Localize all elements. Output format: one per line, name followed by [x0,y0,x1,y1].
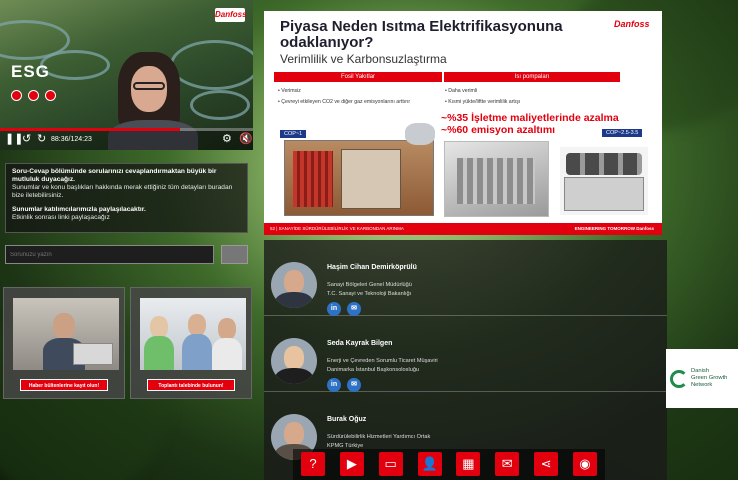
cop-right-badge: COP~2.5-3.5 [602,129,643,137]
speaker-org: T.C. Sanayi ve Teknoloji Bakanlığı [327,291,412,297]
dot-icon [11,90,22,101]
slide-subtitle: Verimlilik ve Karbonsuzlaştırma [280,52,447,66]
info-line: Etkinlik sonrası linki paylaşacağız [12,214,110,221]
question-icon[interactable]: ? [301,452,325,476]
dggn-logo: Danish Green Growth Network [666,349,738,408]
heat-pump-header: Isı pompaları [444,72,620,82]
esg-icons [11,90,56,101]
avatar [271,338,317,384]
speaker-name: Seda Kayrak Bilgen [327,340,393,347]
emission-highlight: ~%60 emisyon azaltımı [441,124,556,136]
mail-icon[interactable]: ✉ [347,302,361,316]
question-submit-button[interactable] [221,245,248,264]
qa-info-box: Soru-Cevap bölümünde sorularınızı cevapl… [5,163,248,233]
speaker-name: Haşim Cihan Demirköprülü [327,264,417,271]
help-icon[interactable]: ◉ [572,452,597,476]
right-bullet: • Daha verimli [445,88,478,94]
meeting-request-button[interactable]: Toplantı talebinde bulunun! [147,379,235,391]
meeting-card: Toplantı talebinde bulunun! [130,287,252,399]
progress-fill [0,128,180,131]
dggn-line: Danish [691,368,710,374]
mail-icon[interactable]: ✉ [495,452,520,476]
speakers-panel: Haşim Cihan Demirköprülü Sanayi Bölgeler… [264,240,667,480]
gear-icon[interactable]: ⚙ [222,133,232,146]
dggn-ring-icon [670,370,688,388]
time-display: 88:36/124:23 [51,136,92,143]
linkedin-icon[interactable]: in [327,378,341,392]
slide-title: Piyasa Neden Isıtma Elektrifikasyonuna o… [280,18,563,51]
mute-icon[interactable]: 🔇 [239,133,253,146]
playlist-icon[interactable]: ▶ [339,452,364,476]
info-line: Soru-Cevap bölümünde sorularınızı cevapl… [12,168,217,183]
cop-left-badge: COP~1 [280,130,307,138]
heat-pump-image [444,141,549,217]
newsletter-photo [13,298,119,370]
info-line: Sunumlar ve konu başlıkları hakkında mer… [12,184,233,199]
left-bullet: • Çevreyi etkileyen CO2 ve diğer gaz emi… [278,99,411,105]
boiler-diagram [284,123,435,216]
dggn-line: Network [691,382,713,388]
fossil-fuel-header: Fosil Yakıtlar [274,72,442,82]
presentation-slide: Piyasa Neden Isıtma Elektrifikasyonuna o… [264,11,662,235]
speaker-role: Sürdürülebilirlik Hizmetleri Yardımcı Or… [327,434,431,440]
forward-10-icon[interactable]: ↻ [37,133,46,146]
dggn-line: Green Growth [691,375,728,381]
newsletter-card: Haber bültenlerine kayıt olun! [3,287,125,399]
dot-icon [28,90,39,101]
bottom-toolbar: ? ▶ ▭ 👤 ▦ ✉ ⋖ ◉ [293,449,605,480]
progress-bar[interactable] [0,128,253,131]
speaker-icon[interactable]: 👤 [417,452,442,476]
question-input[interactable] [5,245,214,264]
presentation-icon[interactable]: ▭ [378,452,403,476]
video-overlay-title: ESG [11,62,50,81]
speaker-role: Sanayi Bölgeleri Genel Müdürlüğü [327,282,412,288]
speaker-card: Seda Kayrak Bilgen Enerji ve Çevreden So… [264,316,667,392]
meeting-photo [140,298,246,370]
dot-icon [45,90,56,101]
right-bullet: • Kısmi yükte/liftte verimlilik artışı [445,99,521,105]
pause-icon[interactable]: ❚❚ [5,133,23,146]
calendar-icon[interactable]: ▦ [456,452,481,476]
mail-icon[interactable]: ✉ [347,378,361,392]
speaker-name: Burak Oğuz [327,416,367,423]
avatar [271,262,317,308]
speaker-org: Danimarka İstanbul Başkonsolosluğu [327,367,420,373]
river-bend [190,90,250,120]
river-bend [40,50,110,80]
danfoss-logo: Danfoss [614,19,650,29]
speaker-role: Enerji ve Çevreden Sorumlu Ticaret Müşav… [327,358,438,364]
info-line: Sunumlar katılımcılarımızla paylaşılacak… [12,206,146,213]
left-bullet: • Verimsiz [278,88,301,94]
cost-highlight: ~%35 İşletme maliyetlerinde azalma [441,112,619,124]
slide-footer: 52 | SANAYİDE SÜRDÜRÜLEBİLİRLİK VE KARBO… [264,223,662,235]
newsletter-subscribe-button[interactable]: Haber bültenlerine kayıt olun! [20,379,108,391]
danfoss-logo: Danfoss [215,8,247,22]
share-icon[interactable]: ⋖ [534,452,559,476]
video-controls: ❚❚ ↺ ↻ 88:36/124:23 ⚙ 🔇 [0,128,253,150]
linkedin-icon[interactable]: in [327,302,341,316]
chiller-unit-image [560,147,648,215]
video-player[interactable]: Danfoss ESG ❚❚ ↺ ↻ 88:36/124:23 ⚙ 🔇 [0,0,253,150]
rewind-10-icon[interactable]: ↺ [22,133,31,146]
speaker-card: Haşim Cihan Demirköprülü Sanayi Bölgeler… [264,240,667,316]
